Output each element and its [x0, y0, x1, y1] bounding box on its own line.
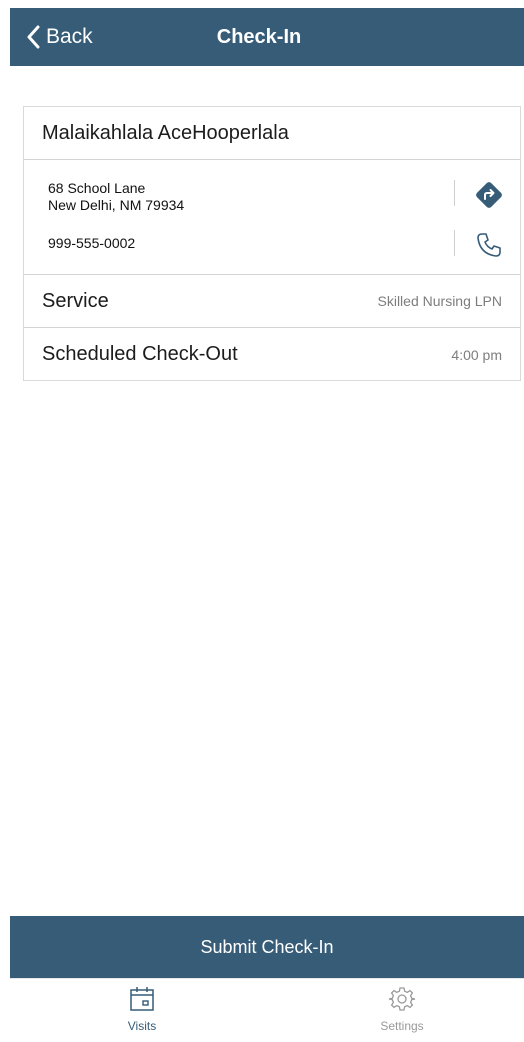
tab-settings[interactable]: Settings: [342, 979, 462, 1042]
gear-icon: [388, 987, 416, 1011]
tab-visits[interactable]: Visits: [82, 979, 202, 1042]
checkout-value: 4:00 pm: [451, 346, 502, 363]
address-line-2: New Delhi, NM 79934: [48, 197, 185, 213]
service-row: Service Skilled Nursing LPN: [24, 275, 520, 328]
tab-bar: Visits Settings: [10, 978, 524, 1042]
tab-settings-label: Settings: [380, 1019, 424, 1033]
header-bar: Back Check-In: [10, 8, 524, 66]
directions-icon[interactable]: [472, 178, 506, 217]
tab-visits-label: Visits: [127, 1019, 157, 1033]
calendar-icon: [130, 987, 154, 1011]
contact-section: 68 School Lane New Delhi, NM 79934 999-5…: [24, 160, 520, 275]
checkout-row: Scheduled Check-Out 4:00 pm: [24, 328, 520, 381]
client-name: Malaikahlala AceHooperlala: [24, 107, 520, 160]
submit-check-in-button[interactable]: Submit Check-In: [10, 916, 524, 978]
divider: [454, 180, 455, 206]
visit-card: Malaikahlala AceHooperlala 68 School Lan…: [23, 106, 521, 381]
service-value: Skilled Nursing LPN: [377, 293, 503, 309]
phone-icon[interactable]: [474, 230, 504, 265]
checkout-label: Scheduled Check-Out: [42, 343, 238, 365]
address-line-1: 68 School Lane: [48, 180, 146, 196]
divider: [454, 230, 455, 256]
service-label: Service: [42, 289, 109, 312]
address: 68 School Lane New Delhi, NM 79934: [48, 180, 184, 214]
page-title: Check-In: [216, 25, 302, 48]
phone-number: 999-555-0002: [48, 235, 136, 251]
